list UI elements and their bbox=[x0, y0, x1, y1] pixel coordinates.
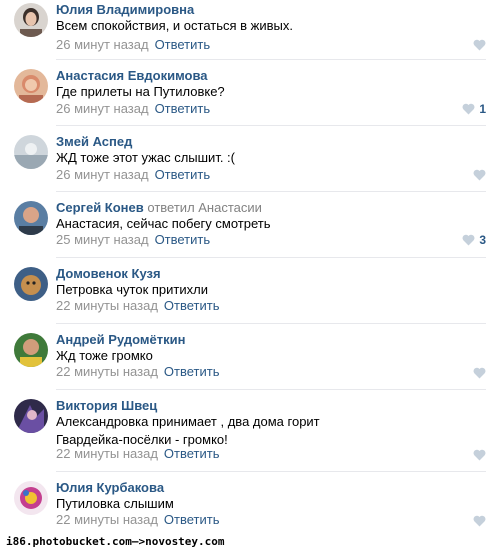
comment-author[interactable]: Домовенок Кузя bbox=[56, 266, 161, 282]
comment-author[interactable]: Змей Аспед bbox=[56, 134, 132, 150]
comment-item: Анастасия Евдокимова Где прилеты на Пути… bbox=[0, 66, 500, 126]
comment-text: Анастасия, сейчас побегу смотреть bbox=[56, 216, 271, 231]
like-count: 1 bbox=[479, 102, 486, 116]
avatar[interactable] bbox=[14, 201, 48, 235]
comment-text: Петровка чуток притихли bbox=[56, 282, 208, 297]
comment-meta: 22 минуты назад Ответить bbox=[56, 298, 219, 314]
comment-author[interactable]: Анастасия Евдокимова bbox=[56, 68, 208, 84]
comment-author[interactable]: Юлия Владимировна bbox=[56, 2, 194, 18]
heart-icon bbox=[473, 515, 486, 527]
comment-meta: 25 минут назад Ответить bbox=[56, 232, 210, 248]
reply-link[interactable]: Ответить bbox=[155, 167, 211, 182]
divider bbox=[56, 191, 486, 192]
heart-icon bbox=[473, 449, 486, 461]
comment-author[interactable]: Сергей Конев ответил Анастасии bbox=[56, 200, 262, 216]
comment-text: Всем спокойствия, и остаться в живых. bbox=[56, 18, 294, 33]
heart-icon bbox=[473, 39, 486, 51]
comment-text: Александровка принимает , два дома горит bbox=[56, 414, 320, 429]
comment-time[interactable]: 26 минут назад bbox=[56, 167, 149, 182]
comment-item: Домовенок Кузя Петровка чуток притихли 2… bbox=[0, 264, 500, 324]
comment-text: Жд тоже громко bbox=[56, 348, 153, 363]
reply-link[interactable]: Ответить bbox=[155, 37, 211, 52]
like-count: 3 bbox=[479, 233, 486, 247]
comment-item: Сергей Конев ответил Анастасии Анастасия… bbox=[0, 198, 500, 258]
reply-link[interactable]: Ответить bbox=[164, 446, 220, 461]
divider bbox=[56, 471, 486, 472]
comment-time[interactable]: 22 минуты назад bbox=[56, 364, 158, 379]
watermark: i86.photobucket.com—>novostey.com bbox=[6, 535, 225, 548]
like-button[interactable] bbox=[473, 39, 486, 51]
reply-link[interactable]: Ответить bbox=[164, 364, 220, 379]
like-button[interactable] bbox=[473, 169, 486, 181]
heart-icon bbox=[462, 103, 475, 115]
comment-time[interactable]: 22 минуты назад bbox=[56, 512, 158, 527]
divider bbox=[56, 59, 486, 60]
comment-author[interactable]: Андрей Рудомёткин bbox=[56, 332, 185, 348]
divider bbox=[56, 125, 486, 126]
comment-text: ЖД тоже этот ужас слышит. :( bbox=[56, 150, 235, 165]
avatar[interactable] bbox=[14, 3, 48, 37]
like-button[interactable] bbox=[473, 449, 486, 461]
divider bbox=[56, 323, 486, 324]
reply-link[interactable]: Ответить bbox=[164, 298, 220, 313]
comment-time[interactable]: 25 минут назад bbox=[56, 232, 149, 247]
comment-meta: 22 минуты назад Ответить bbox=[56, 446, 219, 462]
comment-text: Путиловка слышим bbox=[56, 496, 174, 511]
avatar[interactable] bbox=[14, 333, 48, 367]
like-button[interactable]: 3 bbox=[462, 233, 486, 247]
comment-item: Виктория Швец Александровка принимает , … bbox=[0, 396, 500, 474]
avatar[interactable] bbox=[14, 481, 48, 515]
comment-item: Юлия Курбакова Путиловка слышим 22 минут… bbox=[0, 478, 500, 534]
like-button[interactable]: 1 bbox=[462, 102, 486, 116]
comment-text: Где прилеты на Путиловке? bbox=[56, 84, 225, 99]
comment-time[interactable]: 26 минут назад bbox=[56, 37, 149, 52]
comment-author[interactable]: Юлия Курбакова bbox=[56, 480, 164, 496]
comment-time[interactable]: 26 минут назад bbox=[56, 101, 149, 116]
heart-icon bbox=[462, 234, 475, 246]
comment-item: Андрей Рудомёткин Жд тоже громко 22 мину… bbox=[0, 330, 500, 390]
comment-time[interactable]: 22 минуты назад bbox=[56, 298, 158, 313]
heart-icon bbox=[473, 169, 486, 181]
comment-meta: 22 минуты назад Ответить bbox=[56, 512, 219, 528]
divider bbox=[56, 389, 486, 390]
avatar[interactable] bbox=[14, 399, 48, 433]
comment-meta: 22 минуты назад Ответить bbox=[56, 364, 219, 380]
comment-meta: 26 минут назад Ответить bbox=[56, 167, 210, 183]
comment-item: Змей Аспед ЖД тоже этот ужас слышит. :( … bbox=[0, 132, 500, 192]
reply-to-label[interactable]: ответил Анастасии bbox=[147, 200, 262, 215]
comment-author[interactable]: Виктория Швец bbox=[56, 398, 157, 414]
heart-icon bbox=[473, 367, 486, 379]
avatar[interactable] bbox=[14, 135, 48, 169]
like-button[interactable] bbox=[473, 367, 486, 379]
like-button[interactable] bbox=[473, 515, 486, 527]
comment-meta: 26 минут назад Ответить bbox=[56, 37, 210, 53]
comment-meta: 26 минут назад Ответить bbox=[56, 101, 210, 117]
divider bbox=[56, 257, 486, 258]
reply-link[interactable]: Ответить bbox=[155, 232, 211, 247]
reply-link[interactable]: Ответить bbox=[155, 101, 211, 116]
comment-item: Юлия Владимировна Всем спокойствия, и ос… bbox=[0, 0, 500, 60]
avatar[interactable] bbox=[14, 69, 48, 103]
comment-time[interactable]: 22 минуты назад bbox=[56, 446, 158, 461]
reply-link[interactable]: Ответить bbox=[164, 512, 220, 527]
avatar[interactable] bbox=[14, 267, 48, 301]
